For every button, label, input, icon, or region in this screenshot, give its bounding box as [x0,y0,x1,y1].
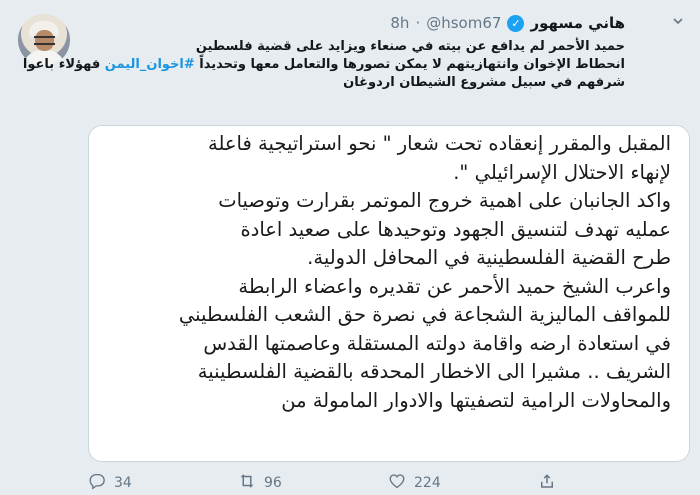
image-text-line: طرح القضية الفلسطينية في المحافل الدولية… [307,246,671,269]
retweet-icon [238,472,256,494]
tweet-card[interactable]: هاني مسهور ✓ @hsom67 · 8h حميد الأحمر لم… [0,0,700,495]
image-text-line: عمليه تهدف لتنسيق الجهود وتوحيدها على صع… [240,217,671,241]
tweet-line-text: فهؤلاء باعوا [22,57,105,72]
like-count: 224 [414,475,441,491]
image-text-line: واكد الجانبان على اهمية خروج الموتمر بقر… [218,189,671,212]
tweet-actions: 34 96 224 [88,472,688,494]
tweet-text: حميد الأحمر لم يدافع عن بيته في صنعاء وي… [23,38,625,92]
image-text-line: للمواقف الماليزية الشجاعة في نصرة حق الش… [178,303,671,326]
image-text-line: في استعادة ارضه واقامة دولته المستقلة وع… [203,331,671,355]
handle[interactable]: @hsom67 [426,14,501,32]
reply-icon [88,472,106,494]
share-icon [538,472,556,494]
separator: · [415,14,421,32]
image-text-line: واعرب الشيخ حميد الأحمر عن تقديره واعضاء… [238,274,671,298]
tweet-line: شرفهم في سبيل مشروع الشيطان اردوغان [343,75,625,90]
image-text: المقبل والمقرر إنعقاده تحت شعار " نحو اس… [101,130,671,415]
image-text-line: المقبل والمقرر إنعقاده تحت شعار " نحو اس… [208,132,671,155]
image-text-line: لإنهاء الاحتلال الإسرائيلي ". [453,160,671,184]
like-button[interactable]: 224 [388,472,538,494]
retweet-count: 96 [264,475,282,491]
tweet-image[interactable]: المقبل والمقرر إنعقاده تحت شعار " نحو اس… [88,125,690,462]
verified-badge-icon: ✓ [507,14,525,32]
tweet-line: حميد الأحمر لم يدافع عن بيته في صنعاء وي… [195,39,625,54]
tweet-header: هاني مسهور ✓ @hsom67 · 8h [390,14,625,32]
reply-button[interactable]: 34 [88,472,238,494]
image-text-line: والمحاولات الرامية لتصفيتها والادوار الم… [281,388,671,412]
display-name[interactable]: هاني مسهور [530,14,625,32]
timestamp[interactable]: 8h [390,14,409,32]
tweet-line-text: انحطاط الإخوان وانتهازيتهم لا يمكن تصوره… [194,57,625,72]
share-button[interactable] [538,472,688,494]
heart-icon [388,472,406,494]
tweet-line: انحطاط الإخوان وانتهازيتهم لا يمكن تصوره… [23,56,625,74]
hashtag-link[interactable]: #اخوان_اليمن [105,57,195,72]
chevron-down-icon[interactable] [670,14,686,30]
retweet-button[interactable]: 96 [238,472,388,494]
image-text-line: الشريف .. مشيرا الى الاخطار المحدقه بالق… [197,360,671,383]
reply-count: 34 [114,475,132,491]
